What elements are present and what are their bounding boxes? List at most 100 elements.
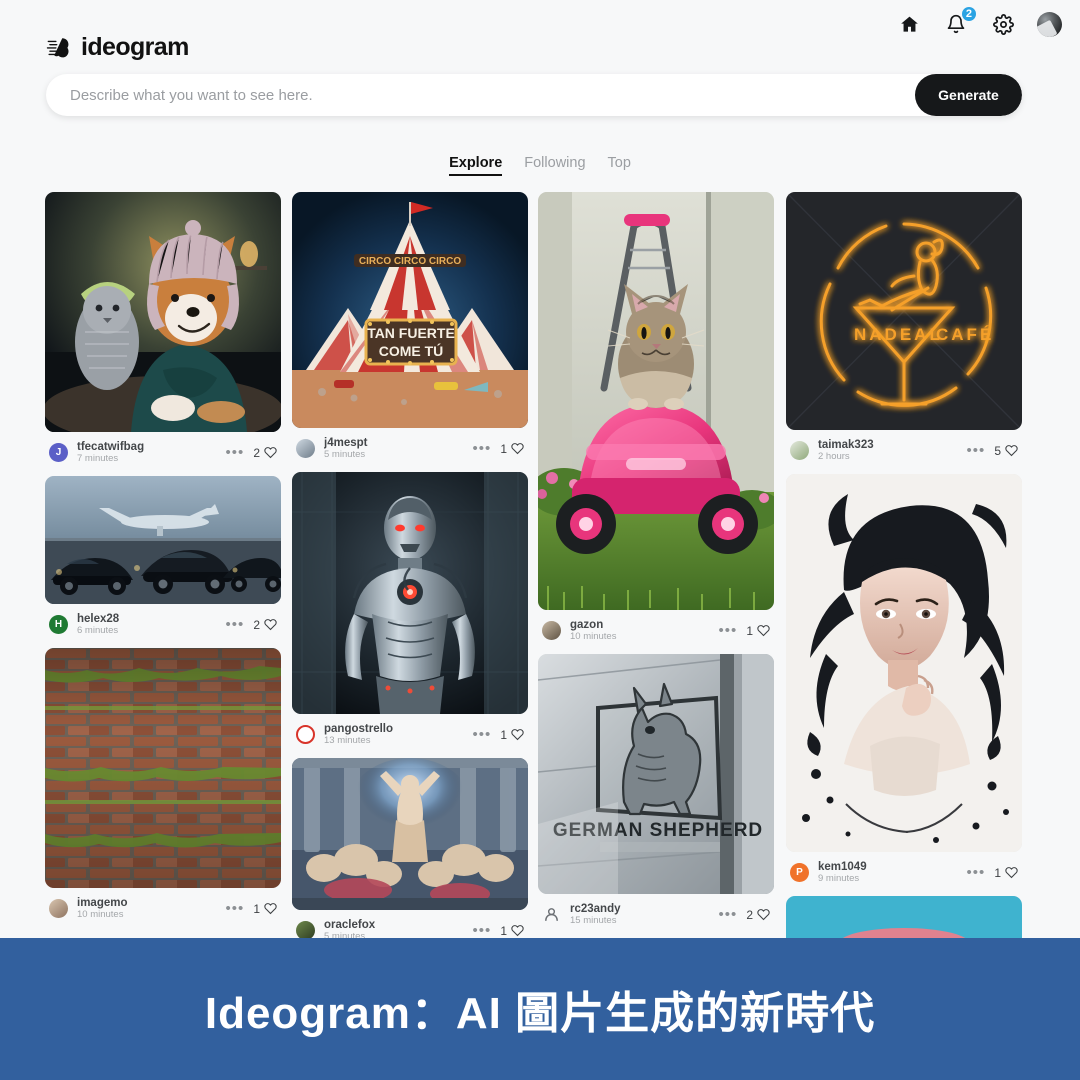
- more-options-icon[interactable]: •••: [473, 441, 492, 456]
- heart-icon: [264, 619, 277, 631]
- more-options-icon[interactable]: •••: [473, 727, 492, 742]
- image-thumbnail[interactable]: GERMAN SHEPHERD: [538, 654, 774, 894]
- more-options-icon[interactable]: •••: [719, 623, 738, 638]
- more-options-icon[interactable]: •••: [473, 923, 492, 938]
- card-actions: ••• 1: [719, 623, 770, 638]
- author-name[interactable]: imagemo: [77, 897, 226, 910]
- like-button[interactable]: 2: [253, 618, 277, 632]
- feed-card[interactable]: J tfecatwifbag 7 minutes ••• 2: [45, 192, 281, 466]
- feed-card[interactable]: CIRCO CIRCO CIRCO TAN FUERTE COME TÚ j4m…: [292, 192, 528, 462]
- author-avatar[interactable]: H: [49, 615, 68, 634]
- author-info: imagemo 10 minutes: [77, 897, 226, 921]
- author-avatar[interactable]: J: [49, 443, 68, 462]
- like-button[interactable]: 1: [994, 866, 1018, 880]
- more-options-icon[interactable]: •••: [226, 445, 245, 460]
- card-meta: H helex28 6 minutes ••• 2: [45, 604, 281, 638]
- feed-card[interactable]: GERMAN SHEPHERD rc23andy 15 minutes ••• …: [538, 654, 774, 928]
- more-options-icon[interactable]: •••: [967, 865, 986, 880]
- circus-tent-art: CIRCO CIRCO CIRCO TAN FUERTE COME TÚ: [292, 192, 528, 428]
- like-count: 1: [746, 623, 753, 638]
- heart-icon: [757, 625, 770, 637]
- author-name[interactable]: pangostrello: [324, 723, 473, 736]
- like-count: 2: [253, 617, 260, 632]
- image-thumbnail[interactable]: [538, 192, 774, 610]
- image-thumbnail[interactable]: [45, 648, 281, 888]
- tab-explore[interactable]: Explore: [449, 155, 503, 176]
- image-thumbnail[interactable]: NADEAL CAFÉ: [786, 192, 1022, 430]
- card-meta: j4mespt 5 minutes ••• 1: [292, 428, 528, 462]
- author-name[interactable]: kem1049: [818, 861, 967, 874]
- like-button[interactable]: 1: [500, 728, 524, 742]
- image-thumbnail[interactable]: [292, 472, 528, 714]
- heart-icon: [511, 729, 524, 741]
- author-name[interactable]: gazon: [570, 619, 719, 632]
- post-time: 15 minutes: [570, 914, 617, 926]
- image-thumbnail[interactable]: [45, 476, 281, 604]
- more-options-icon[interactable]: •••: [226, 901, 245, 916]
- ideogram-app: ideogram 2 Describe what you want to see…: [0, 0, 1080, 1080]
- author-avatar[interactable]: [296, 725, 315, 744]
- generate-button[interactable]: Generate: [915, 74, 1022, 116]
- user-avatar[interactable]: [1037, 11, 1062, 37]
- brand-logo-group[interactable]: ideogram: [46, 33, 189, 62]
- author-info: gazon 10 minutes: [570, 619, 719, 643]
- more-options-icon[interactable]: •••: [719, 907, 738, 922]
- banner-title: Ideogram：AI 圖片生成的新時代: [204, 989, 876, 1038]
- like-count: 1: [994, 865, 1001, 880]
- tab-following[interactable]: Following: [524, 155, 585, 176]
- author-name[interactable]: rc23andy: [570, 903, 719, 916]
- feed-card[interactable]: pangostrello 13 minutes ••• 1: [292, 472, 528, 748]
- like-count: 1: [500, 441, 507, 456]
- card-actions: ••• 2: [226, 445, 277, 460]
- gear-icon[interactable]: [990, 11, 1016, 37]
- feed-card[interactable]: imagemo 10 minutes ••• 1: [45, 648, 281, 922]
- prompt-bar: Generate: [46, 74, 1022, 116]
- feed-card[interactable]: oraclefox 5 minutes ••• 1: [292, 758, 528, 944]
- author-avatar[interactable]: [790, 441, 809, 460]
- more-options-icon[interactable]: •••: [226, 617, 245, 632]
- like-button[interactable]: 2: [746, 908, 770, 922]
- post-time: 10 minutes: [570, 630, 617, 642]
- card-actions: ••• 1: [473, 727, 524, 742]
- prompt-input[interactable]: [46, 74, 915, 116]
- author-avatar[interactable]: [542, 621, 561, 640]
- like-button[interactable]: 1: [253, 902, 277, 916]
- author-name[interactable]: oraclefox: [324, 919, 473, 932]
- image-thumbnail[interactable]: [292, 758, 528, 910]
- feed-card[interactable]: NADEAL CAFÉ taimak323 2 hours ••• 5: [786, 192, 1022, 464]
- more-options-icon[interactable]: •••: [967, 443, 986, 458]
- card-actions: ••• 5: [967, 443, 1018, 458]
- like-button[interactable]: 1: [500, 924, 524, 938]
- like-button[interactable]: 1: [500, 442, 524, 456]
- heart-icon: [264, 447, 277, 459]
- tab-top[interactable]: Top: [608, 155, 631, 176]
- author-avatar[interactable]: [542, 905, 561, 924]
- author-avatar[interactable]: [49, 899, 68, 918]
- image-thumbnail[interactable]: [45, 192, 281, 432]
- author-avatar[interactable]: P: [790, 863, 809, 882]
- image-thumbnail[interactable]: CIRCO CIRCO CIRCO TAN FUERTE COME TÚ: [292, 192, 528, 428]
- notifications-bell-icon[interactable]: 2: [943, 5, 978, 37]
- like-button[interactable]: 1: [746, 624, 770, 638]
- author-name[interactable]: taimak323: [818, 439, 967, 452]
- author-name[interactable]: helex28: [77, 613, 226, 626]
- image-thumbnail[interactable]: [786, 474, 1022, 852]
- author-info: taimak323 2 hours: [818, 439, 967, 463]
- author-avatar[interactable]: [296, 439, 315, 458]
- feed-column-3: gazon 10 minutes ••• 1 GERMAN SHEPHERD r…: [538, 192, 774, 938]
- feed-card[interactable]: H helex28 6 minutes ••• 2: [45, 476, 281, 638]
- home-icon[interactable]: [896, 11, 922, 37]
- card-actions: ••• 1: [473, 441, 524, 456]
- like-button[interactable]: 5: [994, 444, 1018, 458]
- heart-icon: [511, 443, 524, 455]
- like-count: 5: [994, 443, 1001, 458]
- post-time: 5 minutes: [324, 448, 366, 460]
- author-name[interactable]: tfecatwifbag: [77, 441, 226, 454]
- card-meta: pangostrello 13 minutes ••• 1: [292, 714, 528, 748]
- like-button[interactable]: 2: [253, 446, 277, 460]
- post-time: 10 minutes: [77, 908, 124, 920]
- feed-card[interactable]: gazon 10 minutes ••• 1: [538, 192, 774, 644]
- feed-card[interactable]: P kem1049 9 minutes ••• 1: [786, 474, 1022, 886]
- feed-column-2: CIRCO CIRCO CIRCO TAN FUERTE COME TÚ j4m…: [292, 192, 528, 952]
- author-name[interactable]: j4mespt: [324, 437, 473, 450]
